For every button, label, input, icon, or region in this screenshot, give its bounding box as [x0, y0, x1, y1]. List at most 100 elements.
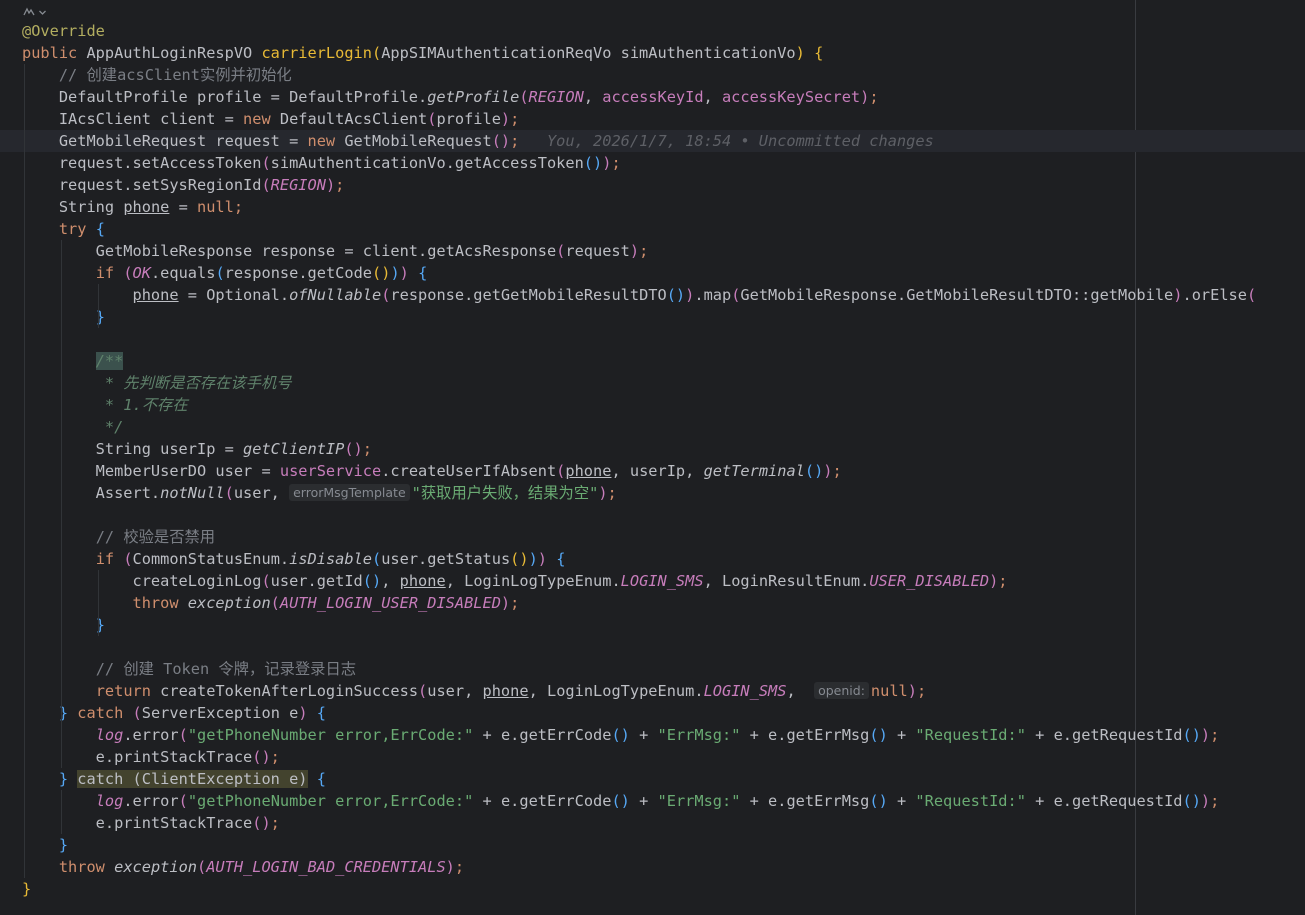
code-token: ofNullable — [289, 286, 382, 304]
code-line[interactable]: if (CommonStatusEnum.isDisable(user.getS… — [22, 548, 1305, 570]
code-line[interactable]: /** — [22, 350, 1305, 372]
code-line[interactable] — [22, 636, 1305, 658]
code-token: user, — [427, 682, 483, 700]
code-token: ) — [528, 550, 538, 568]
reader-mode-toggle[interactable] — [22, 3, 47, 21]
code-line[interactable]: e.printStackTrace(); — [22, 746, 1305, 768]
code-line[interactable]: request.setAccessToken(simAuthentication… — [22, 152, 1305, 174]
code-token: ( — [270, 594, 280, 612]
code-token: ) — [795, 44, 805, 62]
code-line[interactable]: public AppAuthLoginRespVO carrierLogin(A… — [22, 42, 1305, 64]
indent-guide — [24, 240, 25, 262]
code-token: phone — [482, 682, 529, 700]
code-line[interactable]: log.error("getPhoneNumber error,ErrCode:… — [22, 790, 1305, 812]
code-token: () — [362, 572, 382, 590]
code-line[interactable]: return createTokenAfterLoginSuccess(user… — [22, 680, 1305, 702]
code-line[interactable] — [22, 328, 1305, 350]
indent-guide — [60, 592, 62, 614]
code-token: phone — [399, 572, 446, 590]
indent-guide — [24, 262, 25, 284]
code-line[interactable]: } — [22, 834, 1305, 856]
code-line[interactable]: // 创建 Token 令牌，记录登录日志 — [22, 658, 1305, 680]
code-token: , — [381, 572, 400, 590]
parameter-hint: errorMsgTemplate — [289, 484, 410, 501]
code-token: log — [95, 726, 124, 744]
parameter-hint: openid: — [814, 682, 869, 699]
indent-guide — [24, 460, 25, 482]
indent-guide — [97, 614, 99, 636]
code-line[interactable]: if (OK.equals(response.getCode())) { — [22, 262, 1305, 284]
indent-guide — [24, 680, 25, 702]
indent-guide — [60, 394, 62, 416]
code-token: ( — [224, 484, 234, 502]
code-line[interactable]: String userIp = getClientIP(); — [22, 438, 1305, 460]
code-line[interactable]: } — [22, 306, 1305, 328]
code-token: phone — [123, 198, 170, 216]
code-line[interactable]: log.error("getPhoneNumber error,ErrCode:… — [22, 724, 1305, 746]
code-token: ; — [1210, 792, 1220, 810]
code-token: ; — [1210, 726, 1220, 744]
code-token: String — [22, 198, 124, 216]
code-line[interactable]: } catch (ServerException e) { — [22, 702, 1305, 724]
code-line[interactable]: } catch (ClientException e) { — [22, 768, 1305, 790]
code-line[interactable]: GetMobileResponse response = client.getA… — [22, 240, 1305, 262]
code-line[interactable]: GetMobileRequest request = new GetMobile… — [0, 130, 1305, 152]
code-token: , LoginLogTypeEnum. — [445, 572, 621, 590]
code-token: user.getId — [270, 572, 363, 590]
code-line[interactable]: createLoginLog(user.getId(), phone, Logi… — [22, 570, 1305, 592]
indent-guide — [60, 262, 62, 284]
code-line[interactable]: request.setSysRegionId(REGION); — [22, 174, 1305, 196]
code-token: public — [22, 44, 87, 62]
indent-guide — [24, 570, 25, 592]
code-token: ) — [1173, 286, 1183, 304]
code-token: AUTH_LOGIN_USER_DISABLED — [279, 594, 501, 612]
code-line[interactable]: } — [22, 614, 1305, 636]
code-line[interactable]: // 校验是否禁用 — [22, 526, 1305, 548]
indent-guide — [97, 592, 99, 614]
code-token: , — [786, 682, 815, 700]
code-line[interactable]: Assert.notNull(user, errorMsgTemplate "获取… — [22, 482, 1305, 504]
code-token: * 先判断是否存在该手机号 — [104, 374, 292, 392]
code-line[interactable]: } — [22, 878, 1305, 900]
code-line[interactable]: String phone = null; — [22, 196, 1305, 218]
indent-guide — [24, 196, 25, 218]
code-token: GetMobileResponse response = client.getA… — [22, 242, 557, 260]
code-token: e.printStackTrace — [22, 748, 253, 766]
code-token: "getPhoneNumber error,ErrCode:" — [187, 726, 474, 744]
code-line[interactable]: phone = Optional.ofNullable (response.get… — [22, 284, 1305, 306]
indent-guide — [24, 174, 25, 196]
code-token: throw — [58, 858, 115, 876]
code-token: ( — [178, 726, 188, 744]
code-line[interactable]: MemberUserDO user = userService.createUs… — [22, 460, 1305, 482]
code-token: () — [491, 132, 511, 150]
code-token: ( — [1246, 286, 1257, 304]
code-token: "ErrMsg:" — [657, 792, 741, 810]
code-token: ( — [519, 88, 529, 106]
code-line[interactable]: e.printStackTrace(); — [22, 812, 1305, 834]
code-line[interactable]: throw exception(AUTH_LOGIN_USER_DISABLED… — [22, 592, 1305, 614]
code-line[interactable]: IAcsClient client = new DefaultAcsClient… — [22, 108, 1305, 130]
code-line[interactable]: throw exception(AUTH_LOGIN_BAD_CREDENTIA… — [22, 856, 1305, 878]
code-line[interactable]: DefaultProfile profile = DefaultProfile.… — [22, 86, 1305, 108]
code-lines[interactable]: @Override public AppAuthLoginRespVO carri… — [0, 20, 1305, 900]
code-line[interactable]: * 先判断是否存在该手机号 — [22, 372, 1305, 394]
code-line[interactable]: @Override — [22, 20, 1305, 42]
code-token: exception — [114, 858, 197, 876]
code-line[interactable]: * 1.不存在 — [22, 394, 1305, 416]
code-token: ) — [860, 88, 870, 106]
code-editor[interactable]: @Override public AppAuthLoginRespVO carri… — [0, 0, 1305, 915]
code-token: request — [565, 242, 630, 260]
code-line[interactable]: try { — [22, 218, 1305, 240]
code-line[interactable] — [22, 504, 1305, 526]
blame-annotation: You, 2026/1/7, 18:54 • Uncommitted chang… — [519, 132, 934, 150]
code-token: ( — [132, 704, 142, 722]
code-token: () — [372, 264, 391, 282]
code-line[interactable]: // 创建acsClient实例并初始化 — [22, 64, 1305, 86]
code-line[interactable]: */ — [22, 416, 1305, 438]
